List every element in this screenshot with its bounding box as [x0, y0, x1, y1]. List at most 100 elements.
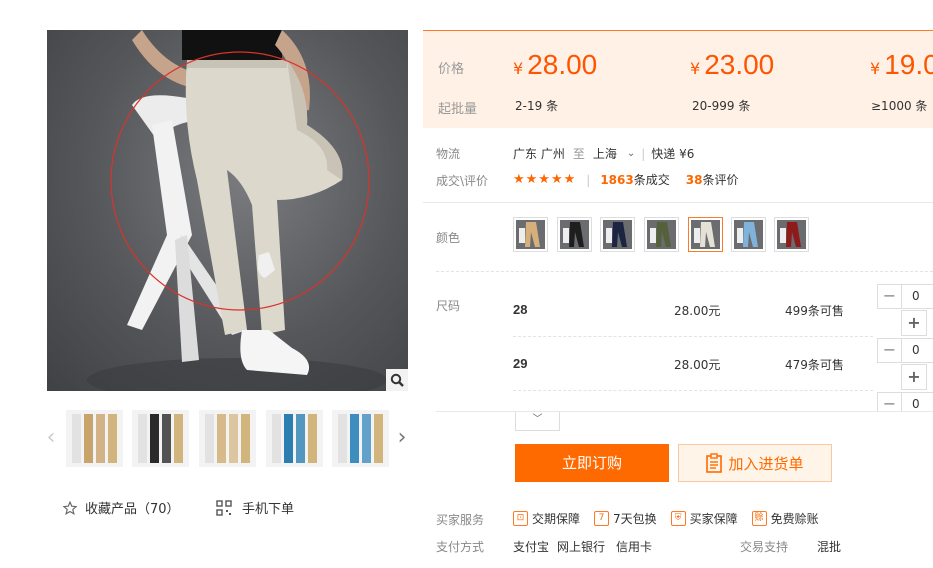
price-tier-1: ¥28.00	[513, 49, 598, 80]
divider	[436, 411, 933, 412]
thumb-beige-mix[interactable]	[199, 410, 256, 467]
ship-from: 广东 广州	[513, 147, 565, 161]
trade-protection-icon: ⊡	[513, 511, 528, 526]
shield-icon: ⛨	[670, 511, 686, 526]
main-product-image[interactable]	[47, 30, 408, 391]
color-swatch[interactable]	[557, 217, 592, 252]
magnifier-icon	[390, 373, 404, 387]
deals-info: ★★★★★ | 1863 条成交 38 条评价	[513, 171, 738, 188]
size-stock: 479条可售	[785, 358, 844, 372]
color-label: 颜色	[436, 231, 461, 245]
color-swatch[interactable]	[731, 217, 766, 252]
size-price: 28.00元	[674, 304, 721, 318]
quantity-input[interactable]: 0	[901, 284, 933, 309]
moq-tier-1: 2-19 条	[515, 99, 559, 113]
color-swatch[interactable]	[600, 217, 635, 252]
color-swatch[interactable]	[513, 217, 548, 252]
payment-method: 信用卡	[616, 540, 653, 554]
buy-now-button[interactable]: 立即订购	[515, 444, 669, 482]
buyer-services: ⊡ 交期保障 7 7天包换 ⛨ 买家保障 赊 免费赊账	[513, 510, 819, 527]
quantity-stepper-28[interactable]: − 0	[877, 284, 933, 309]
divider: |	[641, 146, 646, 161]
service-item[interactable]: 7 7天包换	[594, 510, 657, 527]
service-item[interactable]: 赊 免费赊账	[751, 510, 819, 527]
thumb-white-blue[interactable]	[266, 410, 323, 467]
seven-day-icon: 7	[594, 511, 610, 526]
ship-to-select[interactable]: 上海	[593, 145, 617, 162]
review-count[interactable]: 38	[686, 173, 703, 187]
swatch-image	[516, 220, 545, 249]
size-label: 尺码	[436, 299, 461, 313]
moq-label: 起批量	[438, 102, 478, 117]
minus-button[interactable]: −	[877, 338, 902, 363]
rating-stars-icon: ★★★★★	[513, 172, 577, 187]
minus-button[interactable]: −	[877, 392, 902, 411]
divider	[513, 390, 873, 391]
review-suffix: 条评价	[702, 173, 739, 187]
plus-button[interactable]: +	[901, 310, 927, 336]
favorite-product-link[interactable]: 收藏产品（70）	[63, 498, 180, 517]
price-label: 价格	[438, 62, 465, 77]
color-swatch[interactable]	[774, 217, 809, 252]
swatch-image	[603, 220, 632, 249]
size-value: 29	[513, 356, 528, 371]
services-label: 买家服务	[436, 513, 485, 527]
add-to-cart-button[interactable]: 加入进货单	[678, 444, 832, 482]
thumb-khaki-mix[interactable]	[66, 410, 123, 467]
service-item[interactable]: ⛨ 买家保障	[670, 510, 738, 527]
quantity-input[interactable]: 0	[901, 392, 933, 411]
color-swatch[interactable]	[688, 217, 723, 252]
clipboard-icon	[706, 453, 723, 473]
express-fee: 快递 ¥6	[651, 147, 695, 161]
thumb-blue-khaki[interactable]	[332, 410, 389, 467]
chevron-down-icon[interactable]: ⌄	[627, 148, 635, 159]
zoom-button[interactable]	[386, 369, 408, 391]
swatch-image	[691, 220, 720, 249]
payment-method: 网上银行	[557, 540, 606, 554]
deals-label: 成交\评价	[436, 174, 489, 188]
deal-count[interactable]: 1863	[600, 173, 633, 187]
divider	[513, 336, 873, 337]
payment-label: 支付方式	[436, 540, 485, 554]
price-tier-2: ¥23.00	[690, 49, 775, 80]
quantity-stepper-next[interactable]: − 0	[877, 392, 933, 411]
size-value: 28	[513, 302, 528, 317]
color-swatch[interactable]	[644, 217, 679, 252]
divider	[423, 202, 933, 203]
minus-button[interactable]: −	[877, 284, 902, 309]
thumb-next-button[interactable]: ›	[396, 425, 408, 451]
thumbnail-image	[66, 410, 123, 467]
quantity-input[interactable]: 0	[901, 338, 933, 363]
divider	[436, 271, 933, 272]
trade-support-value: 混批	[817, 540, 842, 554]
swatch-image	[777, 220, 806, 249]
payment-method: 支付宝	[513, 540, 550, 554]
moq-tier-3: ≥1000 条	[871, 99, 928, 113]
thumbnail-image	[199, 410, 256, 467]
size-row-29: 29 28.00元 479条可售	[513, 356, 933, 376]
add-to-cart-label: 加入进货单	[728, 454, 804, 473]
model-photo	[87, 30, 387, 391]
divider: |	[586, 172, 591, 187]
thumbnail-image	[332, 410, 389, 467]
credit-icon: 赊	[751, 511, 767, 526]
thumbnail-image	[266, 410, 323, 467]
swatch-image	[560, 220, 589, 249]
mobile-order-link[interactable]: 手机下单	[216, 498, 294, 517]
deal-suffix: 条成交	[633, 173, 670, 187]
quantity-stepper-29[interactable]: − 0	[877, 338, 933, 363]
thumb-prev-button[interactable]: ‹	[45, 425, 57, 451]
trade-support-label: 交易支持	[740, 540, 789, 554]
swatch-image	[734, 220, 763, 249]
qr-code-icon	[216, 499, 232, 516]
expand-sizes-button[interactable]: ﹀	[515, 412, 560, 431]
plus-button[interactable]: +	[901, 364, 927, 390]
star-outline-icon	[63, 500, 77, 515]
mobile-order-label: 手机下单	[242, 502, 295, 517]
to-word: 至	[572, 147, 585, 161]
service-item[interactable]: ⊡ 交期保障	[513, 510, 580, 527]
thumbnail-image	[132, 410, 189, 467]
thumb-black-mix[interactable]	[132, 410, 189, 467]
price-panel: 价格 起批量 ¥28.00 ¥23.00 ¥19.00 2-19 条 20-99…	[423, 30, 933, 128]
chevron-down-icon: ﹀	[532, 414, 543, 425]
